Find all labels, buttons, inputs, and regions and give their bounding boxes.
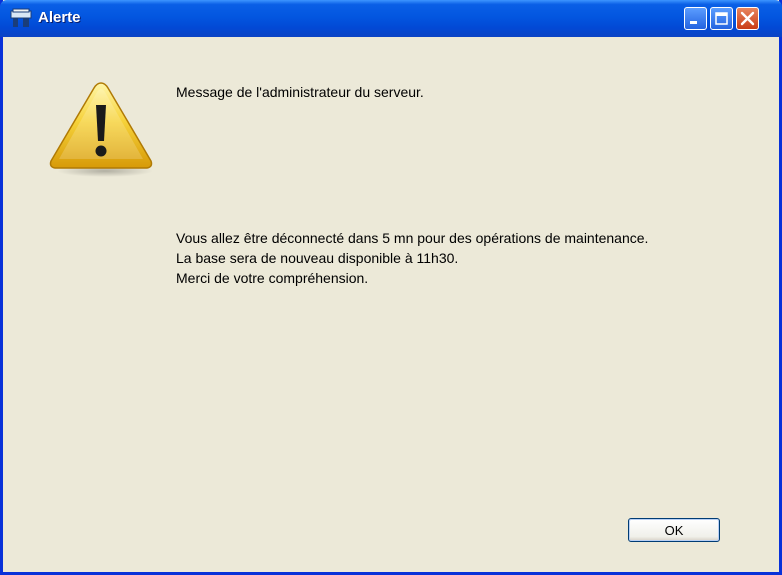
message-heading: Message de l'administrateur du serveur.	[176, 84, 424, 100]
alert-window: Alerte Message de l'administrateur du se…	[0, 0, 782, 575]
close-icon	[740, 11, 755, 26]
window-title: Alerte	[38, 9, 81, 26]
dialog-content: Message de l'administrateur du serveur. …	[3, 37, 779, 572]
title-bar[interactable]: Alerte	[0, 0, 782, 37]
minimize-icon	[690, 21, 697, 24]
minimize-button[interactable]	[684, 7, 707, 30]
ok-button[interactable]: OK	[628, 518, 720, 542]
warning-icon	[49, 82, 153, 177]
close-button[interactable]	[736, 7, 759, 30]
maximize-button[interactable]	[710, 7, 733, 30]
app-icon	[10, 8, 32, 27]
maximize-icon	[715, 12, 728, 25]
message-body: Vous allez être déconnecté dans 5 mn pou…	[176, 228, 648, 288]
message-line-1: Vous allez être déconnecté dans 5 mn pou…	[176, 230, 649, 246]
message-line-2: La base sera de nouveau disponible à 11h…	[176, 250, 459, 266]
message-line-3: Merci de votre compréhension.	[176, 270, 369, 286]
